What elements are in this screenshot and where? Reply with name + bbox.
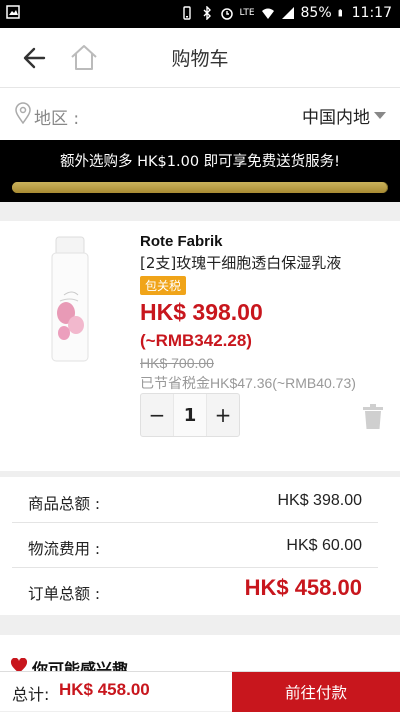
location-pin-icon	[15, 102, 31, 124]
region-selector[interactable]: 地区 : 中国内地	[0, 88, 400, 140]
subtotal-label: 商品总额 :	[28, 495, 101, 513]
trash-icon[interactable]	[362, 404, 384, 430]
order-total-row: 订单总额 : HK$ 458.00	[12, 569, 378, 613]
tax-saved: 已节省税金HK$47.36(~RMB40.73)	[140, 375, 356, 391]
gallery-notification-icon	[6, 5, 20, 19]
quantity-stepper: − 1 +	[140, 393, 240, 437]
decrease-quantity-button[interactable]: −	[141, 394, 173, 436]
alarm-icon	[220, 8, 233, 20]
app-header: 购物车	[0, 28, 400, 88]
region-label: 地区 :	[34, 109, 80, 129]
signal-icon	[281, 7, 294, 19]
vibrate-icon	[182, 6, 191, 20]
dropdown-caret-icon[interactable]	[374, 112, 386, 119]
wifi-icon	[261, 8, 274, 19]
cart-total-value: HK$ 458.00	[59, 680, 150, 699]
original-price: HK$ 700.00	[140, 355, 214, 371]
status-bar: LTE 85% 11:17	[0, 0, 400, 28]
shipping-label: 物流费用 :	[28, 540, 101, 558]
shipping-row: 物流费用 : HK$ 60.00	[12, 524, 378, 568]
free-shipping-banner: 额外选购多 HK$1.00 即可享免费送货服务!	[0, 140, 400, 202]
order-total-value: HK$ 458.00	[244, 575, 362, 600]
battery-level: 85%	[300, 5, 332, 21]
clock: 11:17	[351, 5, 392, 21]
order-summary: 商品总额 : HK$ 398.00 物流费用 : HK$ 60.00 订单总额 …	[0, 477, 400, 615]
page-title: 购物车	[171, 48, 229, 70]
quantity-value[interactable]: 1	[173, 394, 207, 436]
order-total-label: 订单总额 :	[28, 585, 101, 603]
progress-fill	[12, 182, 387, 193]
cart-item: Rote Fabrik [2支]玫瑰干细胞透白保湿乳液 包关税 HK$ 398.…	[0, 221, 400, 471]
shipping-value: HK$ 60.00	[286, 537, 362, 554]
product-price: HK$ 398.00	[140, 299, 263, 325]
product-name[interactable]: [2支]玫瑰干细胞透白保湿乳液	[140, 252, 341, 273]
free-shipping-progress	[12, 182, 388, 193]
duty-included-badge: 包关税	[140, 276, 187, 295]
region-value[interactable]: 中国内地	[302, 103, 370, 128]
product-brand[interactable]: Rote Fabrik	[140, 233, 223, 250]
cart-total-label: 总计:	[12, 685, 50, 704]
battery-icon	[338, 9, 342, 17]
product-image[interactable]	[44, 235, 96, 365]
checkout-bar: 总计: HK$ 458.00 前往付款	[0, 671, 400, 712]
network-label: LTE	[239, 8, 255, 18]
subtotal-value: HK$ 398.00	[277, 492, 362, 509]
increase-quantity-button[interactable]: +	[207, 394, 239, 436]
free-shipping-text: 额外选购多 HK$1.00 即可享免费送货服务!	[60, 154, 340, 170]
product-price-rmb: (~RMB342.28)	[140, 331, 252, 350]
subtotal-row: 商品总额 : HK$ 398.00	[12, 479, 378, 523]
checkout-button[interactable]: 前往付款	[232, 672, 400, 712]
bluetooth-icon	[203, 6, 211, 20]
